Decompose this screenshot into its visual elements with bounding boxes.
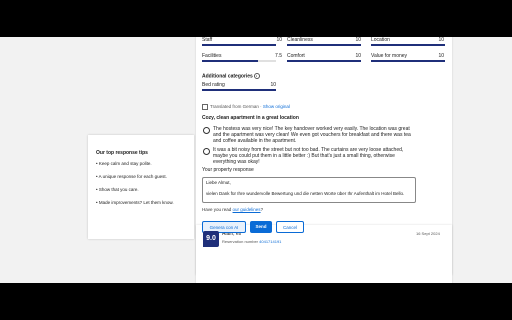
show-original-link[interactable]: Show original <box>263 104 290 109</box>
review-title: Cozy, clean apartment in a great locatio… <box>202 115 299 121</box>
response-body: vielen Dank für Ihre wundervolle Bewertu… <box>206 191 405 196</box>
score-bar-comfort <box>287 60 361 62</box>
review-score-badge: 9.0 <box>203 231 219 247</box>
send-button[interactable]: Send <box>250 221 272 233</box>
reservation-label: Reservation number <box>222 239 259 244</box>
tip-text: Keep calm and stay polite. <box>98 161 152 166</box>
tip-item: • A unique response for each guest. <box>96 174 167 179</box>
top-letterbox <box>0 0 512 37</box>
translate-icon <box>202 104 208 110</box>
score-fill <box>202 44 276 46</box>
review-negative: It was a bit noisy from the street but n… <box>213 147 404 165</box>
score-value: 10 <box>355 53 361 59</box>
score-bar-bed-rating <box>202 89 276 91</box>
smile-icon <box>203 127 210 134</box>
score-value: 10 <box>276 37 282 43</box>
score-label: Location <box>371 37 390 43</box>
tip-text: Show that you care. <box>98 187 139 192</box>
additional-categories-label: Additional categories <box>202 73 253 80</box>
guidelines-note: Have you read our guidelines? <box>202 207 263 212</box>
score-value: 10 <box>270 82 276 88</box>
score-label: Bed rating <box>202 82 225 88</box>
translation-note: Translated from German · Show original <box>202 104 290 110</box>
tip-text: A unique response for each guest. <box>98 174 167 179</box>
score-value: 10 <box>438 53 444 59</box>
score-value: 7.5 <box>275 53 282 59</box>
response-textarea[interactable]: Liebe Almut, vielen Dank für Ihre wunder… <box>202 177 416 203</box>
review-positive: The hostess was very nice! The key hando… <box>213 126 411 144</box>
score-bar-cleanliness <box>287 44 361 46</box>
score-fill <box>287 44 361 46</box>
score-value: 10 <box>438 37 444 43</box>
score-fill <box>287 60 361 62</box>
score-fill <box>202 60 258 62</box>
info-icon[interactable]: i <box>253 73 260 79</box>
page-content: Staff 10 Cleanliness 10 Location 10 Faci… <box>0 37 512 283</box>
score-fill <box>202 89 276 91</box>
guidelines-suffix: ? <box>260 207 264 212</box>
score-fill <box>371 60 445 62</box>
tips-title: Our top response tips <box>96 150 148 156</box>
score-fill <box>371 44 445 46</box>
score-bar-staff <box>202 44 276 46</box>
response-greeting: Liebe Almut, <box>206 180 231 185</box>
additional-categories-title: Additional categories i <box>202 73 260 79</box>
score-value: 10 <box>355 37 361 43</box>
tip-text: Made improvements? Let them know. <box>98 200 174 205</box>
tip-item: • Made improvements? Let them know. <box>96 200 174 205</box>
score-bar-location <box>371 44 445 46</box>
frown-icon <box>203 148 210 155</box>
reservation-number-link[interactable]: 4041714191 <box>259 239 281 244</box>
translation-text: Translated from German · <box>210 104 262 110</box>
tip-item: • Show that you care. <box>96 187 139 192</box>
score-label: Staff <box>202 37 213 43</box>
guidelines-link[interactable]: our guidelines <box>233 207 261 212</box>
response-tips-panel: Our top response tips • Keep calm and st… <box>88 135 194 239</box>
guidelines-prefix: Have you read <box>202 207 233 212</box>
reservation-info: Reservation number 4041714191 <box>222 239 281 244</box>
bottom-letterbox <box>0 283 512 320</box>
score-bar-facilities <box>202 60 276 62</box>
score-label: Facilities <box>202 53 222 59</box>
score-label: Cleanliness <box>287 37 313 43</box>
score-label: Value for money <box>371 53 408 59</box>
score-bar-value-for-money <box>371 60 445 62</box>
score-label: Comfort <box>287 53 305 59</box>
tip-item: • Keep calm and stay polite. <box>96 161 152 166</box>
cancel-button[interactable]: Cancel <box>276 221 304 233</box>
response-label: Your property response <box>202 167 254 173</box>
review-date: 16 Sept 2024 <box>416 231 440 236</box>
